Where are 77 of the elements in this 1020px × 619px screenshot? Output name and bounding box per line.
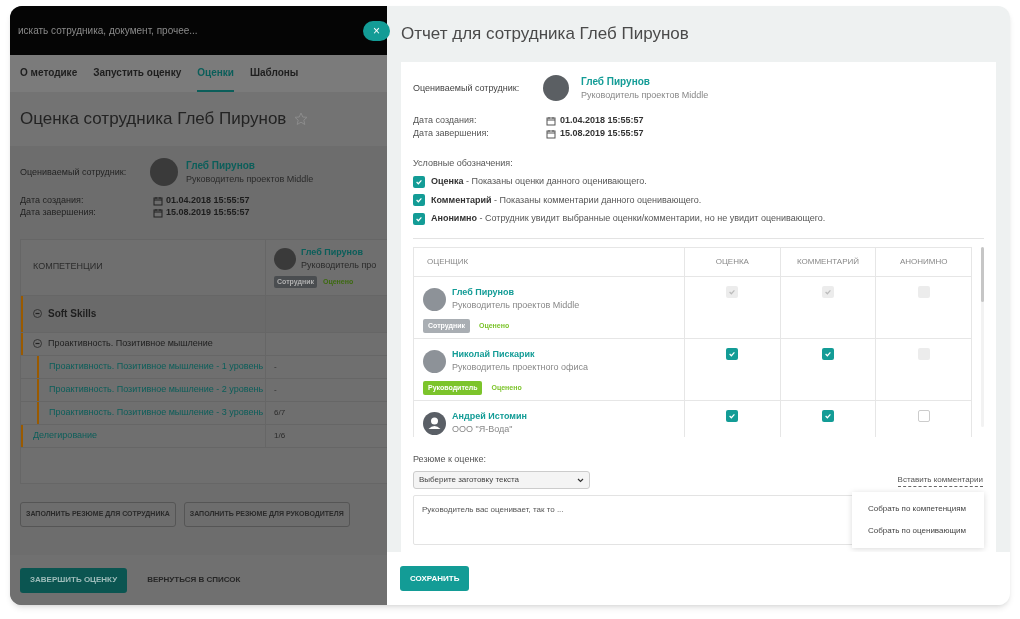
field-label: Дата завершения:	[413, 127, 490, 141]
competency-group: Проактивность. Позитивное мышление	[48, 336, 213, 351]
date-value: 15.08.2019 15:55:57	[166, 205, 250, 219]
scrollbar-thumb[interactable]	[981, 246, 984, 302]
checkmark-icon	[824, 411, 832, 420]
checkbox[interactable]	[413, 212, 425, 225]
calendar-icon	[546, 129, 556, 139]
checkbox[interactable]	[917, 409, 930, 422]
score-value: -	[274, 360, 277, 373]
collapse-icon[interactable]	[33, 309, 42, 318]
checkbox[interactable]	[726, 347, 739, 360]
avatar-placeholder	[274, 248, 296, 271]
evaluator-position: Руководитель проектного офиса	[452, 361, 589, 374]
evaluator-name[interactable]: Николай Пискарик	[452, 347, 589, 361]
checkmark-icon	[824, 349, 832, 358]
finish-button[interactable]: ЗАВЕРШИТЬ ОЦЕНКУ	[20, 567, 128, 593]
avatar-placeholder	[423, 287, 446, 311]
checkmark-icon	[728, 411, 737, 420]
column-header: ОЦЕНЩИК	[427, 255, 469, 268]
checkbox[interactable]	[413, 175, 425, 188]
calendar-icon	[546, 116, 556, 126]
evaluator-position: ООО "Я-Вода"	[452, 423, 514, 436]
checkbox[interactable]	[822, 409, 834, 422]
score-value: -	[274, 383, 277, 396]
checkbox[interactable]	[726, 409, 739, 422]
evaluator-name[interactable]: Глеб Пирунов	[452, 285, 580, 299]
avatar-placeholder	[543, 75, 569, 102]
save-button[interactable]: СОХРАНИТЬ	[400, 566, 470, 591]
date-value: 15.08.2019 15:55:57	[560, 127, 644, 141]
field-label: Дата создания:	[413, 114, 478, 128]
legend-title: Условные обозначения:	[413, 156, 514, 170]
column-header: КОМПЕТЕНЦИИ	[33, 260, 103, 274]
nav-tab[interactable]: О методике	[20, 55, 78, 92]
competency-group: Soft Skills	[48, 306, 97, 321]
template-select[interactable]: Выберите заготовку текста	[413, 471, 590, 489]
date-value: 01.04.2018 15:55:57	[166, 193, 250, 207]
insert-comments-link[interactable]: Вставить комментарии	[897, 473, 983, 487]
evaluator-position: Руководитель проектов Middle	[452, 299, 580, 312]
evaluator-position: Руководитель про	[301, 259, 377, 273]
score-value: 6/7	[274, 406, 286, 419]
avatar-placeholder	[423, 349, 446, 373]
column-header: КОММЕНТАРИЙ	[796, 255, 859, 268]
evaluator-name[interactable]: Андрей Истомин	[452, 409, 527, 423]
calendar-icon	[153, 207, 163, 218]
user-icon	[423, 411, 446, 435]
checkbox[interactable]	[822, 347, 834, 360]
checkbox[interactable]	[413, 194, 425, 207]
field-label: Оцениваемый сотрудник:	[20, 165, 128, 179]
date-value: 01.04.2018 15:55:57	[560, 114, 644, 128]
collapse-icon[interactable]	[33, 339, 42, 348]
menu-item[interactable]: Собрать по компетенциям	[852, 498, 984, 520]
column-header: ОЦЕНКА	[715, 255, 749, 268]
star-icon[interactable]	[294, 112, 309, 126]
menu-item[interactable]: Собрать по оценивающим	[852, 520, 984, 542]
legend-text: Оценка - Показаны оценки данного оценивающего.	[431, 175, 647, 188]
chevron-down-icon	[577, 477, 584, 483]
nav-tab[interactable]: Запустить оценку	[93, 55, 182, 92]
legend-text: Комментарий - Показаны комментарии данного оценивающего.	[431, 193, 702, 207]
field-label: Резюме к оценке:	[413, 452, 487, 466]
score-value: 1/6	[274, 429, 286, 442]
page-title: Оценка сотрудника Глеб Пирунов	[20, 108, 287, 131]
back-link[interactable]: ВЕРНУТЬСЯ В СПИСОК	[147, 574, 241, 586]
checkmark-icon	[415, 177, 423, 186]
nav-tab[interactable]: Шаблоны	[249, 55, 299, 92]
employee-name[interactable]: Глеб Пирунов	[581, 74, 709, 89]
employee-position: Руководитель проектов Middle	[581, 89, 709, 102]
avatar-placeholder	[150, 158, 178, 187]
field-label: Оцениваемый сотрудник:	[413, 81, 521, 95]
employee-position: Руководитель проектов Middle	[186, 173, 314, 186]
legend-text: Анонимно - Сотрудник увидит выбранные оценки/комментарии, но не увидит оценивающего.	[431, 212, 826, 225]
checkmark-icon	[728, 349, 737, 358]
column-header: АНОНИМНО	[899, 255, 948, 268]
field-label: Дата завершения:	[20, 205, 97, 219]
field-label: Дата создания:	[20, 193, 85, 207]
scrollbar[interactable]	[981, 246, 984, 427]
calendar-icon	[153, 195, 163, 206]
panel-title: Отчет для сотрудника Глеб Пирунов	[401, 23, 689, 46]
